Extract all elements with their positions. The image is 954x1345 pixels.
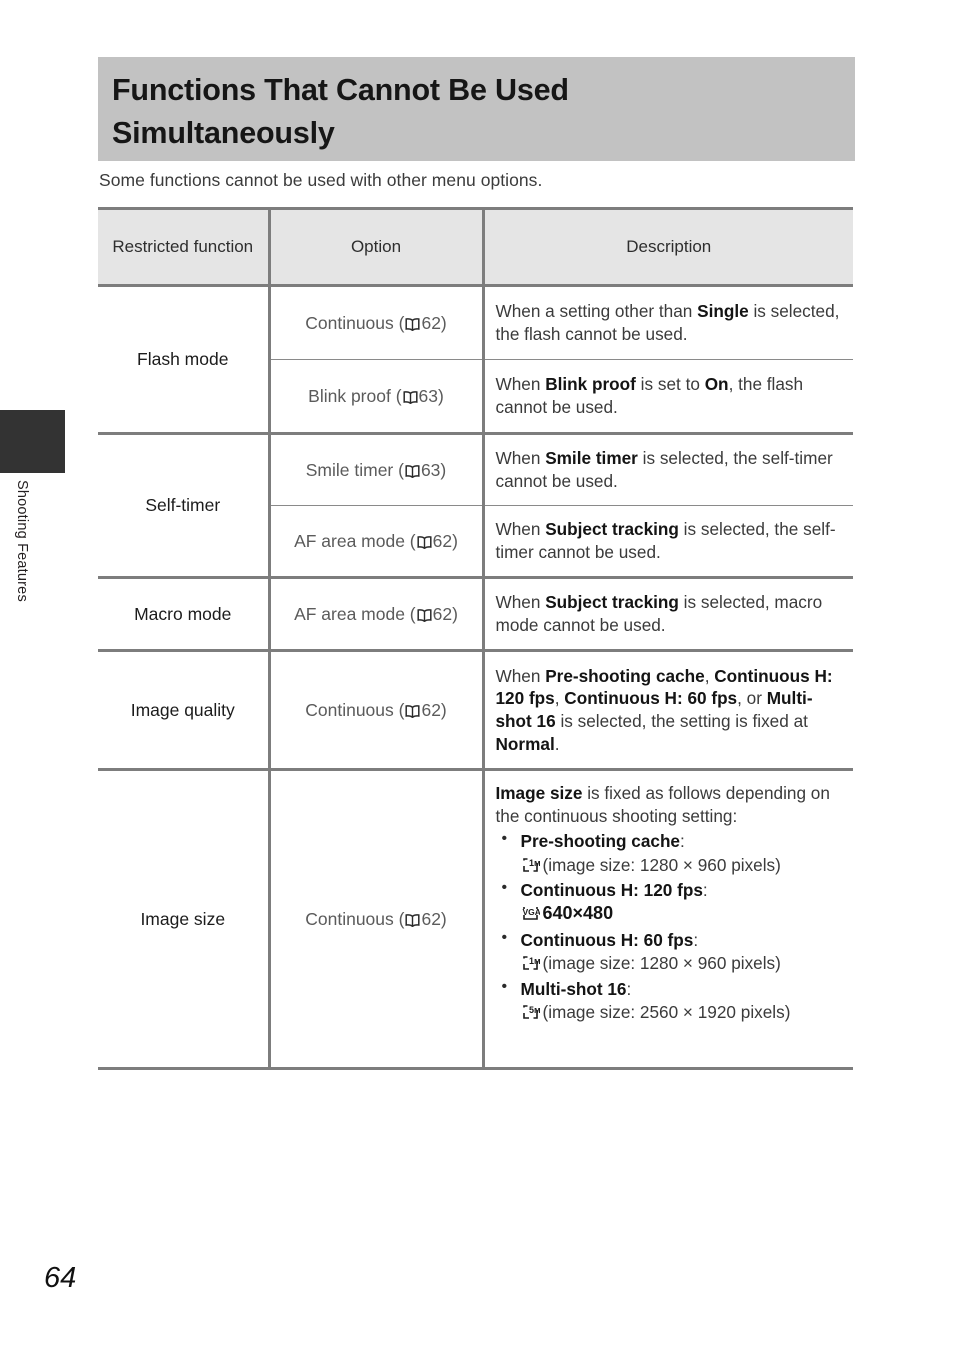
- image-size-value-line: 1м (image size: 1280 × 960 pixels): [521, 854, 844, 876]
- size-vga-icon: VGA: [521, 905, 540, 921]
- image-size-value-line: 5м (image size: 2560 × 1920 pixels): [521, 1001, 844, 1023]
- book-reference-icon: [404, 913, 421, 927]
- list-item: Continuous H: 60 fps: 1м(image size: 128…: [496, 928, 844, 975]
- intro-paragraph: Some functions cannot be used with other…: [99, 170, 543, 190]
- cell-description: When Pre-shooting cache, Continuous H: 1…: [483, 649, 853, 770]
- cell-restricted-function: Macro mode: [98, 576, 269, 651]
- image-size-lead: Image size is fixed as follows depending…: [495, 783, 830, 826]
- cell-restricted-function: Image size: [98, 768, 269, 1070]
- list-item: Pre-shooting cache: 1м(image size: 1280 …: [496, 829, 844, 876]
- column-header-option: Option: [267, 207, 483, 287]
- book-reference-icon: [404, 704, 421, 718]
- image-size-value-line: 1м (image size: 1280 × 960 pixels): [521, 952, 844, 974]
- size-1m-icon: 1м: [521, 955, 540, 971]
- table-row: Image size Continuous (62) Image size is…: [98, 768, 853, 1070]
- cell-restricted-function: Image quality: [98, 649, 269, 770]
- cell-option: Smile timer (63): [267, 432, 485, 506]
- book-reference-icon: [404, 464, 421, 478]
- page-number: 64: [44, 1262, 77, 1294]
- chapter-tab-marker: [0, 410, 65, 473]
- book-reference-icon: [402, 390, 419, 404]
- image-size-bullet-list: Pre-shooting cache: 1м(image size: 1280 …: [496, 829, 844, 1024]
- svg-text:5м: 5м: [529, 1005, 540, 1015]
- cell-option: AF area mode (62): [267, 576, 485, 651]
- size-1m-icon: 1м: [521, 857, 540, 873]
- cell-description: When Subject tracking is selected, the s…: [483, 505, 853, 578]
- book-reference-icon: [416, 608, 433, 622]
- cell-description: When a setting other than Single is sele…: [483, 284, 853, 360]
- book-reference-icon: [416, 535, 433, 549]
- restrictions-table: Restricted function Option Description F…: [98, 207, 853, 1070]
- svg-text:1м: 1м: [529, 858, 540, 868]
- cell-option: Continuous (62): [267, 649, 485, 770]
- cell-option: Continuous (62): [267, 768, 485, 1070]
- cell-restricted-function: Self-timer: [98, 432, 269, 578]
- cell-option: Blink proof (63): [267, 359, 485, 434]
- column-header-description: Description: [481, 207, 853, 287]
- cell-description: Image size is fixed as follows depending…: [483, 768, 853, 1070]
- table-row: Image quality Continuous (62) When Pre-s…: [98, 649, 853, 770]
- cell-restricted-function: Flash mode: [98, 284, 269, 434]
- list-item: Continuous H: 120 fps: VGA640×480: [496, 878, 844, 926]
- cell-description: When Blink proof is set to On, the flash…: [483, 359, 853, 434]
- list-item: Multi-shot 16: 5м(image size: 2560 × 192…: [496, 977, 844, 1024]
- table-row: Macro mode AF area mode (62) When Subjec…: [98, 576, 853, 651]
- size-5m-icon: 5м: [521, 1004, 540, 1020]
- cell-description: When Smile timer is selected, the self-t…: [483, 432, 853, 506]
- cell-description: When Subject tracking is selected, macro…: [483, 576, 853, 651]
- svg-text:VGA: VGA: [522, 907, 540, 917]
- page-title: Functions That Cannot Be Used Simultaneo…: [112, 73, 569, 150]
- page-title-banner: Functions That Cannot Be Used Simultaneo…: [98, 57, 855, 161]
- chapter-tab-label: Shooting Features: [14, 480, 30, 602]
- cell-option: AF area mode (62): [267, 505, 485, 578]
- table-row: Flash mode Continuous (62) When a settin…: [98, 284, 853, 434]
- cell-option: Continuous (62): [267, 284, 485, 360]
- image-size-value-line: VGA 640×480: [521, 903, 614, 924]
- column-header-restricted-function: Restricted function: [98, 207, 269, 287]
- table-row: Self-timer Smile timer (63) When Smile t…: [98, 432, 853, 578]
- table-header-row: Restricted function Option Description: [98, 207, 853, 287]
- svg-text:1м: 1м: [529, 956, 540, 966]
- book-reference-icon: [404, 317, 421, 331]
